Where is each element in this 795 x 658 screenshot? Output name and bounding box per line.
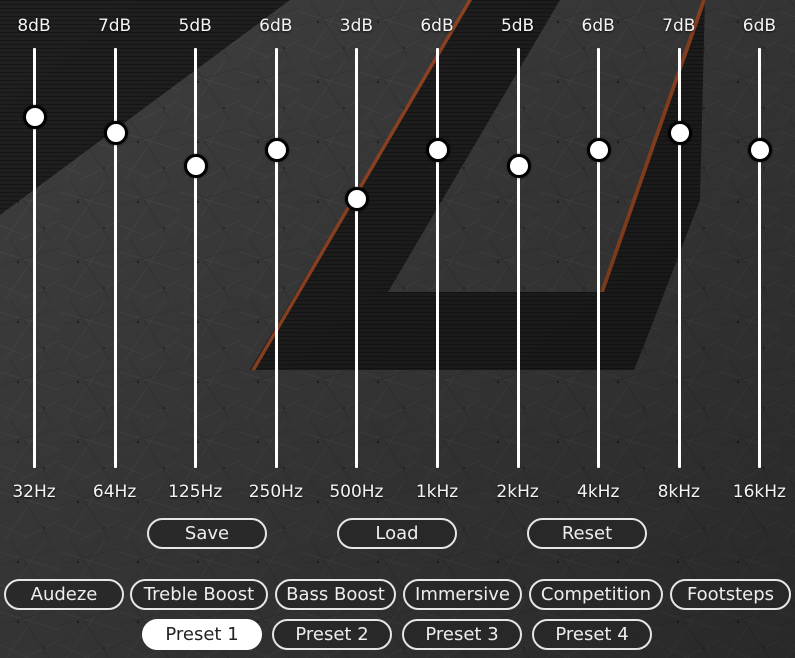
eq-band-8khz: 7dB 8kHz <box>639 0 719 510</box>
profile-footsteps-button[interactable]: Footsteps <box>670 579 791 610</box>
slider-knob[interactable] <box>748 137 773 162</box>
slider-knob[interactable] <box>587 137 612 162</box>
gain-label: 5dB <box>178 16 212 36</box>
slider-knob[interactable] <box>506 154 531 178</box>
profile-competition-button[interactable]: Competition <box>529 579 663 610</box>
slider-knob[interactable] <box>345 187 370 211</box>
slider-track[interactable] <box>758 48 762 468</box>
gain-label: 7dB <box>97 16 132 36</box>
frequency-label: 1kHz <box>415 482 459 502</box>
preset-1-button[interactable]: Preset 1 <box>142 619 262 650</box>
gain-label: 6dB <box>420 16 454 36</box>
save-button[interactable]: Save <box>147 518 267 549</box>
slider-track[interactable] <box>677 48 681 468</box>
frequency-label: 2kHz <box>496 482 539 502</box>
frequency-label: 8kHz <box>657 482 700 502</box>
slider-track[interactable] <box>194 48 198 468</box>
gain-label: 8dB <box>17 16 51 36</box>
eq-band-250hz: 6dB 250Hz <box>236 0 316 510</box>
slider-knob[interactable] <box>184 154 209 178</box>
profile-treble-boost-button[interactable]: Treble Boost <box>130 579 268 610</box>
slider-track[interactable] <box>436 48 439 468</box>
eq-band-2khz: 5dB 2kHz <box>478 0 558 510</box>
gain-label: 3dB <box>339 16 374 36</box>
frequency-label: 16kHz <box>732 482 786 502</box>
slider-knob[interactable] <box>667 121 692 145</box>
preset-2-button[interactable]: Preset 2 <box>272 619 392 650</box>
slider-knob[interactable] <box>264 137 289 162</box>
gain-label: 6dB <box>742 16 777 36</box>
profile-immersive-button[interactable]: Immersive <box>403 579 522 610</box>
reset-button[interactable]: Reset <box>527 518 647 549</box>
load-button[interactable]: Load <box>337 518 457 549</box>
slider-track[interactable] <box>597 48 601 468</box>
slider-track[interactable] <box>355 48 359 468</box>
slider-track[interactable] <box>516 48 520 468</box>
eq-band-16khz: 6dB 16kHz <box>719 0 795 510</box>
gain-label: 5dB <box>500 16 535 36</box>
preset-3-button[interactable]: Preset 3 <box>402 619 522 650</box>
gain-label: 6dB <box>581 16 615 36</box>
slider-track[interactable] <box>113 48 117 468</box>
equalizer: 8dB 32Hz 7dB 64Hz 5dB 125Hz 6dB 250Hz 3dB 500Hz 6d… <box>0 0 795 510</box>
gain-label: 6dB <box>259 16 293 36</box>
slider-knob[interactable] <box>23 104 47 129</box>
slider-knob[interactable] <box>103 121 128 145</box>
frequency-label: 250Hz <box>248 482 303 502</box>
frequency-label: 500Hz <box>329 482 384 502</box>
preset-4-button[interactable]: Preset 4 <box>532 619 652 650</box>
eq-band-32hz: 8dB 32Hz <box>0 0 74 510</box>
eq-band-64hz: 7dB 64Hz <box>75 0 155 510</box>
slider-knob[interactable] <box>426 137 450 162</box>
eq-band-500hz: 3dB 500Hz <box>316 0 396 510</box>
profile-audeze-button[interactable]: Audeze <box>4 579 124 610</box>
gain-label: 7dB <box>662 16 696 36</box>
eq-band-4khz: 6dB 4kHz <box>558 0 638 510</box>
slider-track[interactable] <box>274 48 278 468</box>
eq-band-125hz: 5dB 125Hz <box>155 0 235 510</box>
frequency-label: 64Hz <box>92 482 137 502</box>
frequency-label: 125Hz <box>168 482 223 502</box>
frequency-label: 4kHz <box>577 482 620 502</box>
frequency-label: 32Hz <box>12 482 56 502</box>
profile-bass-boost-button[interactable]: Bass Boost <box>275 579 396 610</box>
eq-band-1khz: 6dB 1kHz <box>397 0 477 510</box>
